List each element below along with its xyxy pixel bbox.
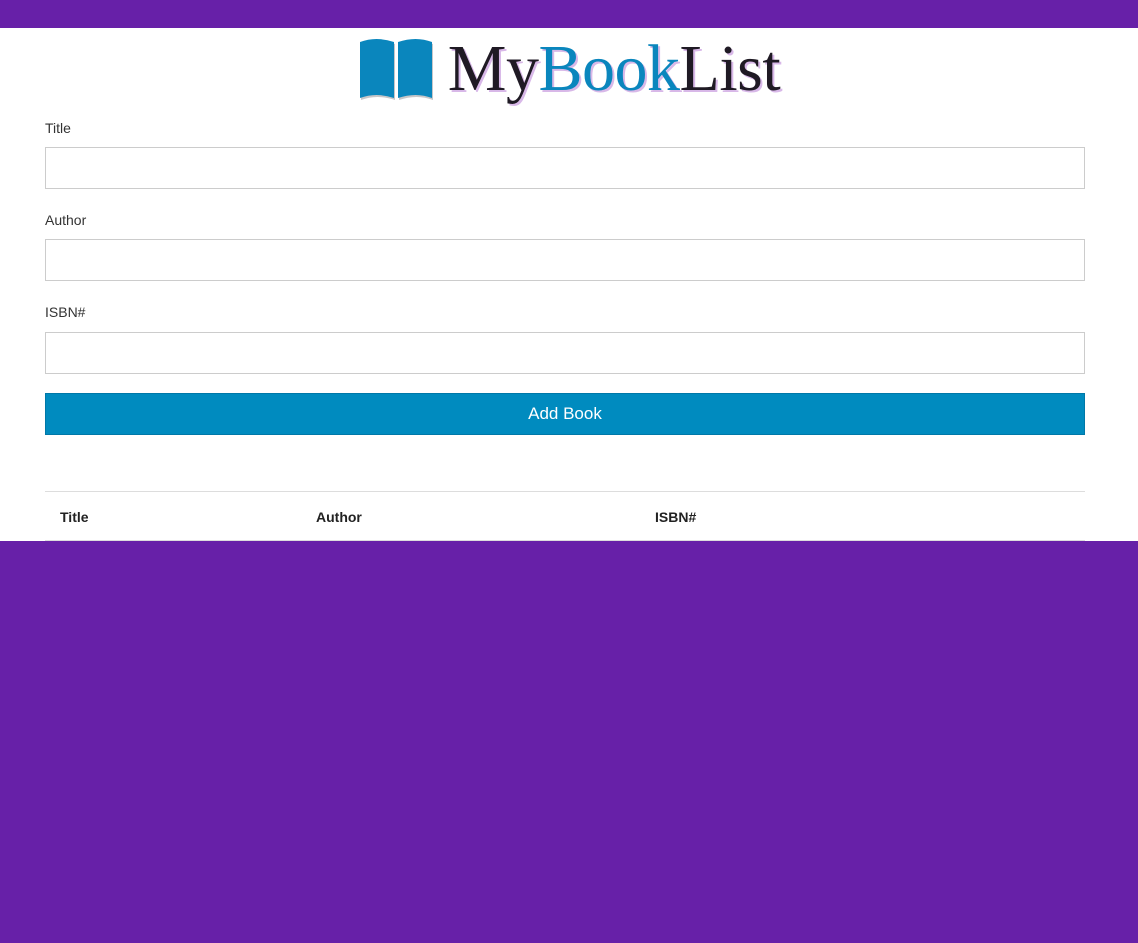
logo-text-book: Book <box>538 32 680 105</box>
add-book-button[interactable]: Add Book <box>45 393 1085 435</box>
logo: MyBookList <box>0 34 1138 104</box>
logo-text-my: My <box>447 32 539 105</box>
isbn-input[interactable] <box>45 332 1085 374</box>
column-header-author: Author <box>316 509 362 525</box>
author-input[interactable] <box>45 239 1085 281</box>
isbn-label: ISBN# <box>45 304 86 320</box>
author-label: Author <box>45 212 87 228</box>
table-header-row: Title Author ISBN# <box>45 492 1085 541</box>
title-input[interactable] <box>45 147 1085 189</box>
logo-text: MyBookList <box>448 36 781 102</box>
book-table: Title Author ISBN# <box>45 491 1085 541</box>
column-header-isbn: ISBN# <box>655 509 697 525</box>
open-book-icon <box>359 39 433 100</box>
main-container: MyBookList Title Author ISBN# Add Book T… <box>0 28 1138 541</box>
logo-text-list: List <box>679 32 781 105</box>
title-label: Title <box>45 120 71 136</box>
column-header-title: Title <box>60 509 89 525</box>
